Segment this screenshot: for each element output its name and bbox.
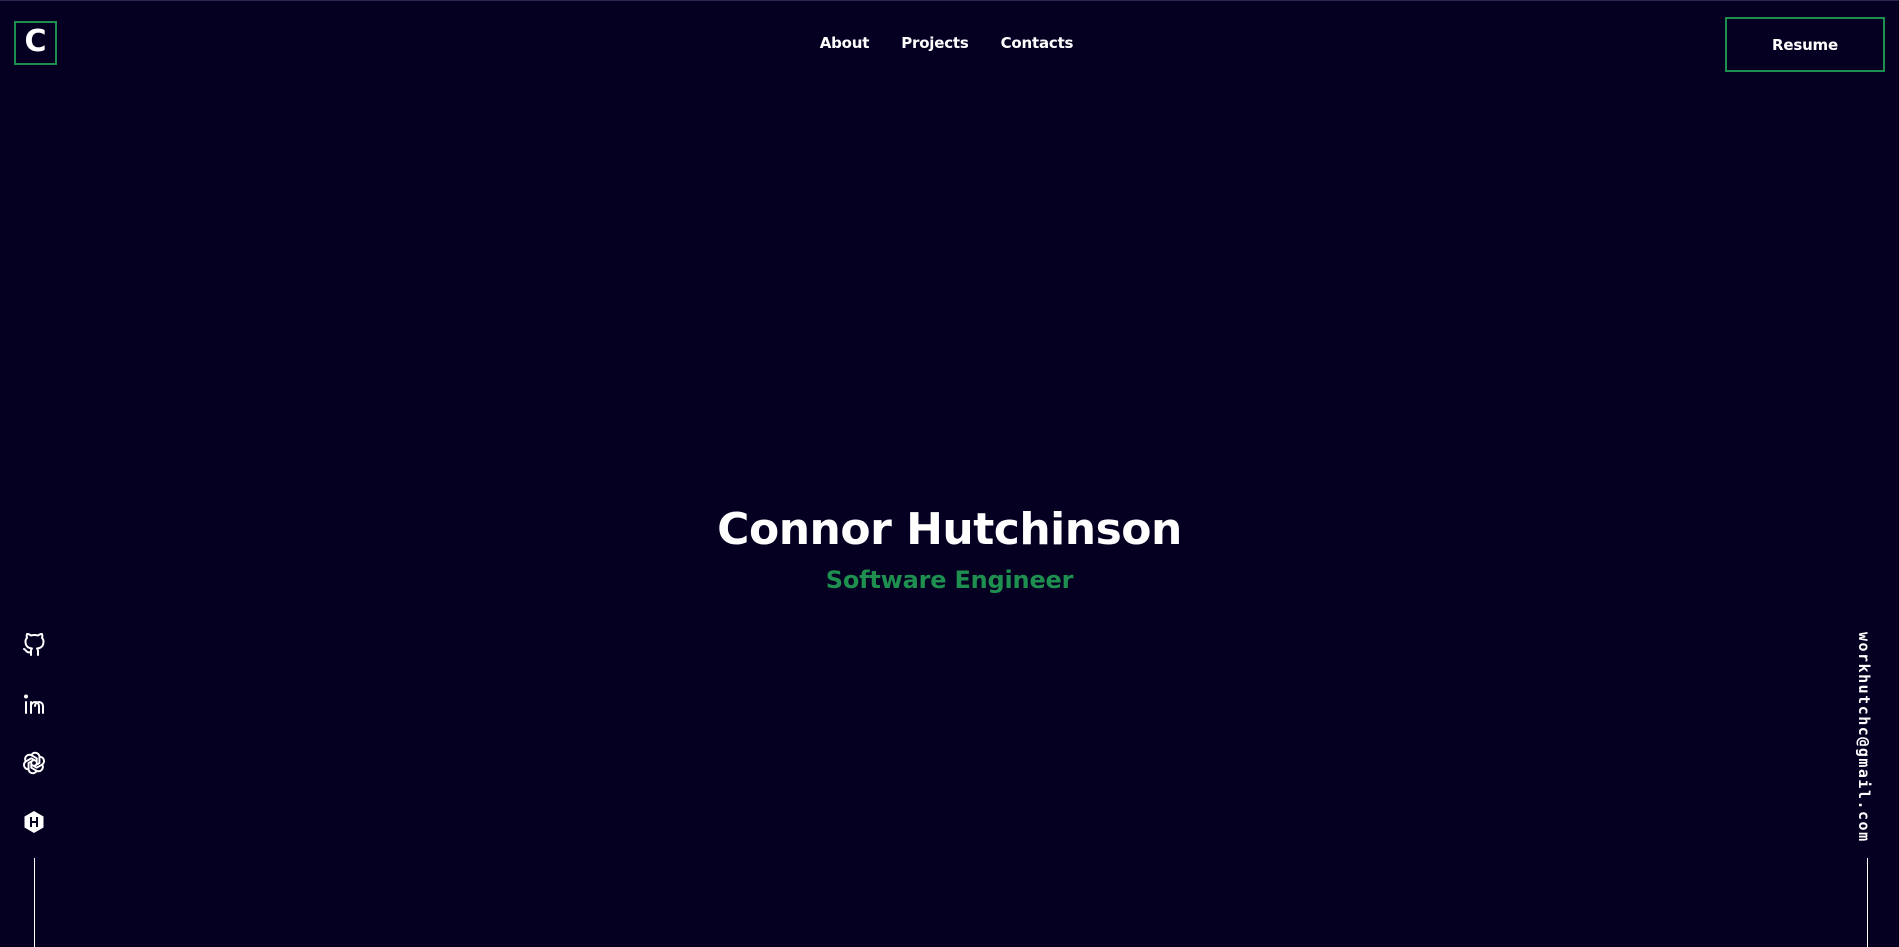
nav-link-contacts[interactable]: Contacts bbox=[1001, 34, 1074, 56]
hero-job-title: Software Engineer bbox=[825, 566, 1074, 594]
linkedin-link[interactable] bbox=[21, 691, 47, 717]
top-border bbox=[0, 0, 1899, 1]
logo-letter: C bbox=[24, 24, 47, 59]
hero-section: Connor Hutchinson Software Engineer bbox=[0, 500, 1899, 596]
social-links bbox=[20, 632, 48, 835]
main-nav: About Projects Contacts bbox=[0, 34, 1899, 56]
nav-link-about[interactable]: About bbox=[820, 34, 870, 56]
hackerrank-link[interactable] bbox=[21, 809, 47, 835]
openai-icon bbox=[23, 751, 45, 775]
linkedin-icon bbox=[24, 694, 44, 714]
right-vertical-line bbox=[1867, 858, 1868, 947]
hero-name: Connor Hutchinson bbox=[717, 504, 1182, 555]
github-icon bbox=[23, 633, 45, 656]
nav-link-projects[interactable]: Projects bbox=[901, 34, 969, 56]
hackerrank-icon bbox=[24, 811, 44, 833]
resume-button[interactable]: Resume bbox=[1725, 17, 1885, 72]
nav-links: About Projects Contacts bbox=[820, 34, 1074, 56]
email-link[interactable]: workhutchc@gmail.com bbox=[1855, 632, 1873, 843]
logo-button[interactable]: C bbox=[14, 21, 57, 65]
portfolio-page: C About Projects Contacts Resume Connor … bbox=[0, 0, 1899, 947]
left-vertical-line bbox=[34, 858, 35, 947]
github-link[interactable] bbox=[21, 632, 47, 658]
openai-link[interactable] bbox=[21, 750, 47, 776]
email-container: workhutchc@gmail.com bbox=[1855, 632, 1879, 843]
